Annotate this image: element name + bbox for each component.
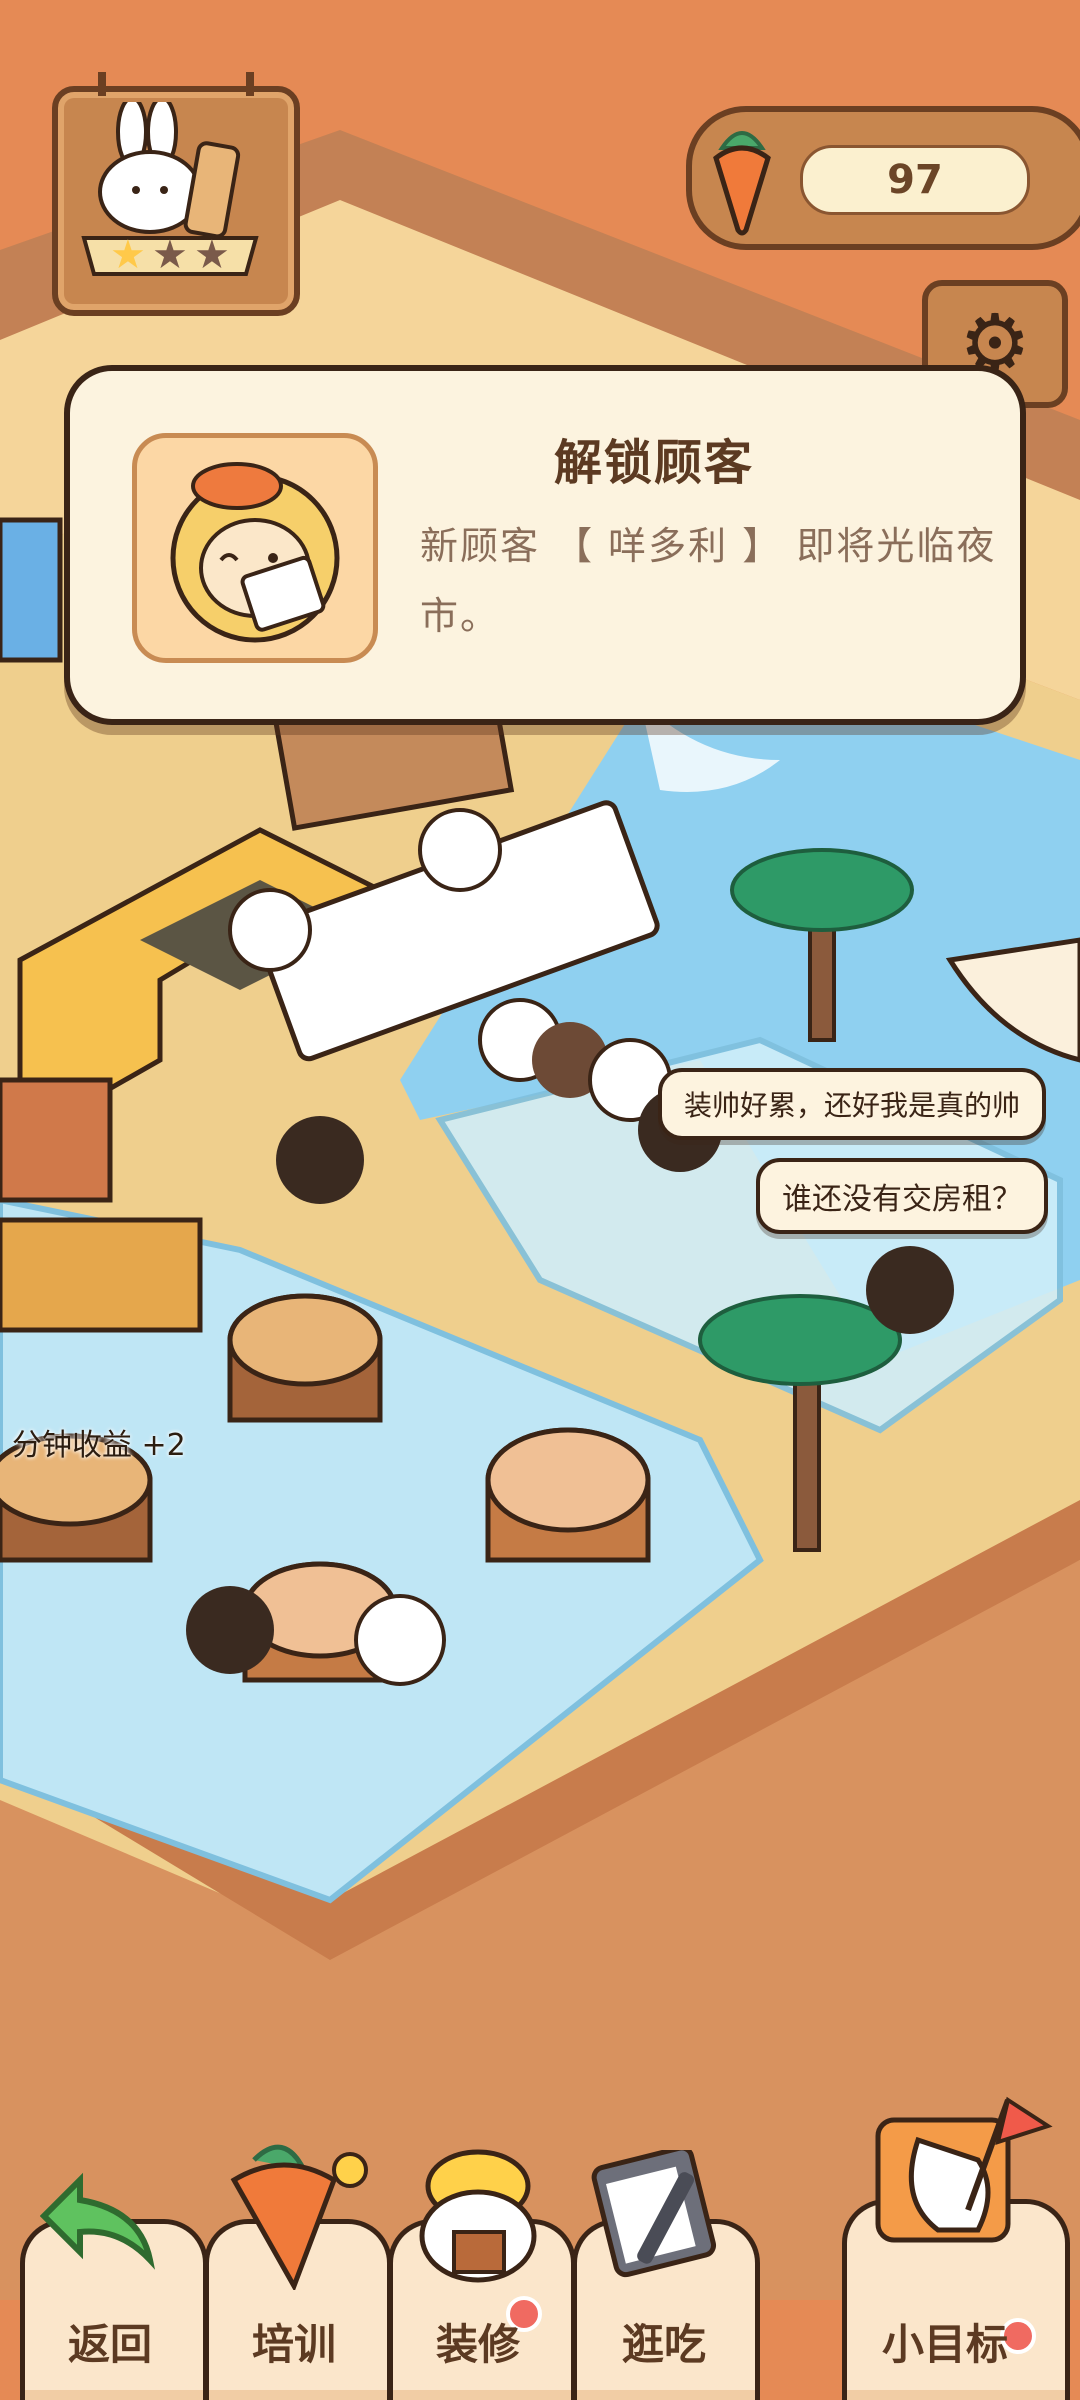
star-dim-icon: ★	[194, 232, 230, 278]
earnings-per-minute: 分钟收益 +2	[12, 1428, 186, 1463]
back-arrow-icon	[40, 2172, 156, 2270]
carrot-icon	[713, 131, 771, 236]
goal-flag-icon	[875, 2096, 1053, 2243]
browse-label: 逛吃	[621, 2320, 706, 2369]
speech-bubble: 谁还没有交房租？	[756, 1158, 1048, 1234]
rope-left	[98, 72, 106, 96]
star-lit-icon: ★	[110, 232, 146, 278]
dialog-message: 新顾客 【 咩多利 】 即将光临夜市。	[420, 524, 997, 638]
trainer-carrot-icon	[230, 2144, 368, 2290]
rope-right	[246, 72, 254, 96]
star-dim-icon: ★	[152, 232, 188, 278]
dialog-title: 解锁顾客	[554, 435, 755, 491]
bunny-icon	[98, 102, 241, 239]
goal-label: 小目标	[881, 2320, 1008, 2369]
level-badge[interactable]: ★ ★ ★	[52, 72, 300, 316]
clipboard-icon	[591, 2150, 717, 2278]
decorate-label: 装修	[435, 2320, 520, 2369]
speech-bubble: 装帅好累，还好我是真的帅	[658, 1068, 1047, 1140]
sheep-icon	[170, 462, 340, 643]
train-label: 培训	[251, 2320, 336, 2369]
unlock-customer-dialog[interactable]: 解锁顾客 新顾客 【 咩多利 】 即将光临夜市。	[64, 365, 1026, 725]
customer-avatar	[132, 433, 378, 663]
carrot-count: 97	[800, 145, 1030, 215]
back-label: 返回	[67, 2320, 152, 2369]
builder-bunny-icon	[419, 2149, 537, 2283]
